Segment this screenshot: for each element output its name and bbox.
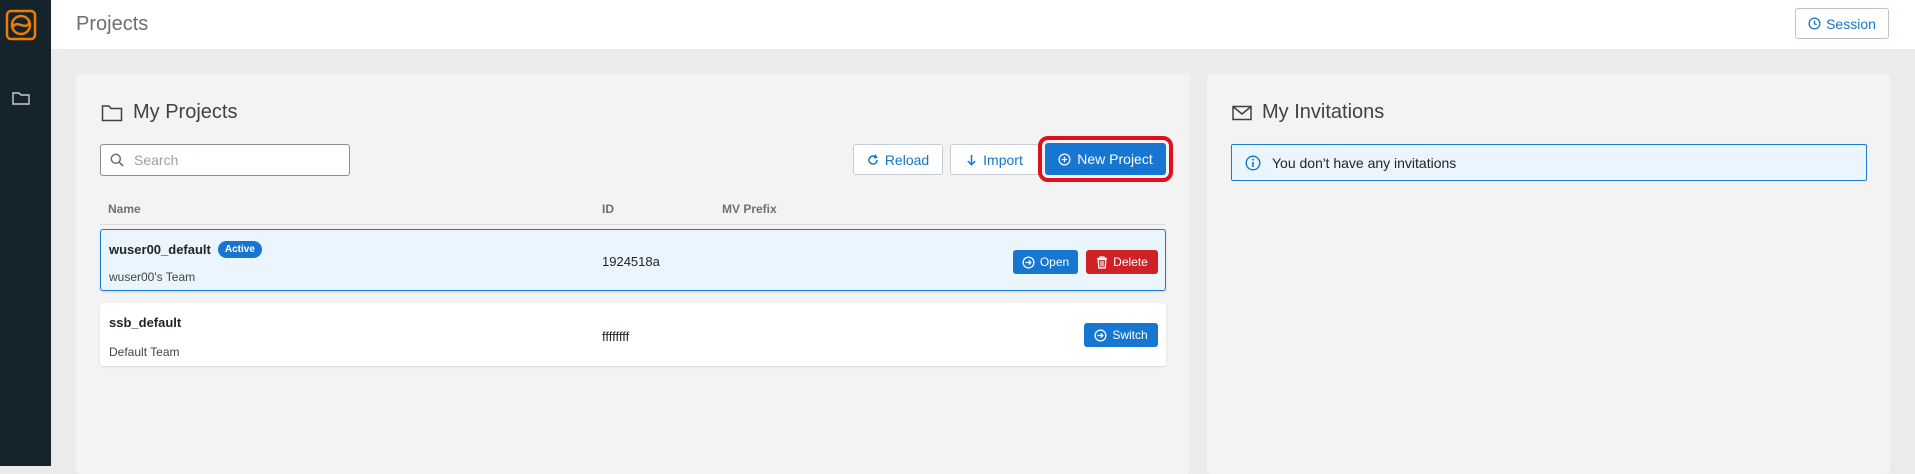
import-button[interactable]: Import (950, 144, 1039, 175)
session-button[interactable]: Session (1795, 8, 1889, 39)
logo-icon (5, 9, 37, 41)
delete-button[interactable]: Delete (1086, 250, 1158, 274)
session-label: Session (1826, 15, 1876, 32)
clock-icon (1808, 17, 1821, 30)
plus-circle-icon (1058, 152, 1071, 166)
import-label: Import (983, 151, 1023, 168)
my-invitations-heading: My Invitations (1232, 101, 1384, 124)
info-icon (1245, 154, 1261, 171)
column-header-mv-prefix: MV Prefix (722, 202, 777, 216)
my-invitations-title: My Invitations (1262, 101, 1385, 123)
column-header-id: ID (602, 202, 614, 216)
table-row[interactable]: ssb_default Default Team ffffffff Switch (100, 303, 1166, 366)
page-title: Projects (76, 13, 149, 35)
delete-label: Delete (1113, 255, 1148, 269)
sign-in-icon (1022, 255, 1035, 269)
table-header-divider (100, 224, 1166, 225)
reload-label: Reload (884, 151, 930, 168)
my-projects-card: My Projects Reload Import New Project Na… (76, 74, 1190, 474)
my-invitations-card: My Invitations You don't have any invita… (1207, 74, 1890, 474)
top-bar: Projects Session (51, 0, 1915, 49)
reload-button[interactable]: Reload (853, 144, 943, 175)
open-button[interactable]: Open (1013, 250, 1078, 274)
team-name: wuser00's Team (109, 270, 196, 284)
my-projects-heading: My Projects (101, 101, 237, 124)
envelope-icon (1232, 105, 1252, 120)
sign-in-icon (1094, 328, 1107, 342)
folder-icon (12, 92, 30, 105)
my-projects-title: My Projects (133, 101, 238, 123)
sidebar (0, 0, 51, 466)
new-project-button[interactable]: New Project (1038, 136, 1173, 182)
trash-icon (1097, 255, 1108, 269)
open-label: Open (1039, 255, 1070, 269)
team-name: Default Team (109, 345, 180, 359)
project-name: ssb_default (109, 315, 182, 330)
search-box[interactable] (100, 144, 350, 176)
table-header: Name ID MV Prefix (100, 198, 1166, 222)
switch-button[interactable]: Switch (1084, 323, 1158, 347)
table-row[interactable]: wuser00_default Active wuser00's Team 19… (100, 229, 1166, 291)
project-name-cell: ssb_default (109, 315, 181, 330)
arrow-down-icon (967, 154, 976, 166)
search-input[interactable] (132, 151, 336, 169)
column-header-name: Name (108, 202, 141, 216)
sidebar-item-projects[interactable] (11, 88, 31, 108)
project-id: ffffffff (602, 329, 630, 344)
active-badge: Active (217, 241, 262, 258)
folder-icon (101, 104, 123, 121)
search-icon (110, 153, 124, 167)
reload-icon (868, 153, 878, 165)
logo[interactable] (5, 9, 37, 41)
new-project-label: New Project (1077, 151, 1153, 167)
switch-label: Switch (1112, 328, 1148, 342)
no-invitations-alert: You don't have any invitations (1231, 144, 1867, 181)
no-invitations-message: You don't have any invitations (1272, 154, 1457, 171)
project-name-cell: wuser00_default Active (109, 241, 262, 258)
project-id: 1924518a (602, 254, 660, 269)
project-name: wuser00_default (109, 242, 211, 257)
